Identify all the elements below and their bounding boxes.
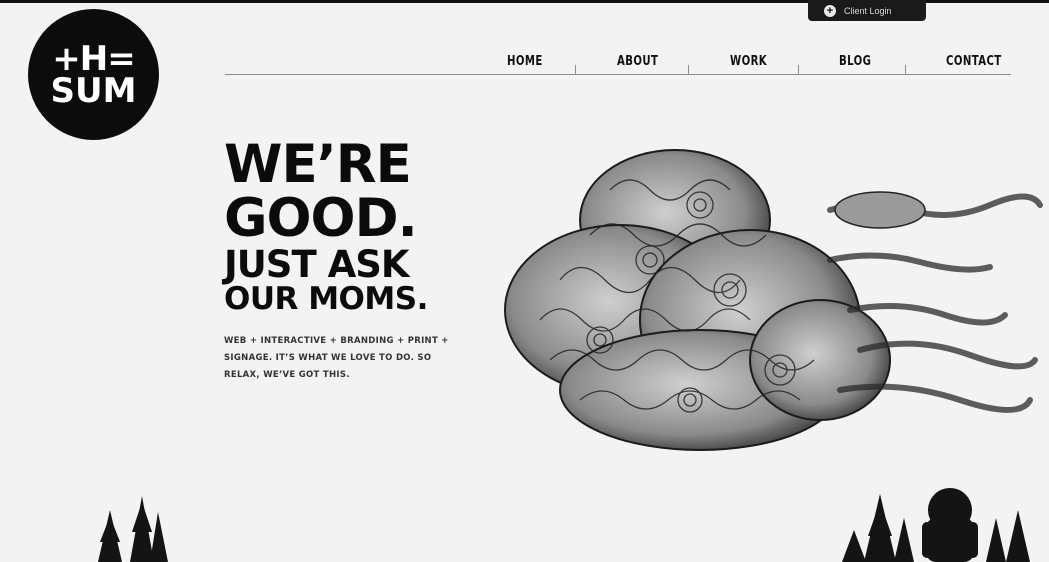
nav-separator xyxy=(798,65,799,74)
plus-circle-icon: + xyxy=(824,4,836,17)
nav-separator xyxy=(575,65,576,74)
client-login-label: Client Login xyxy=(844,5,892,16)
swirling-cloud-illustration xyxy=(504,149,1043,451)
site-logo[interactable]: +H= SUM xyxy=(28,9,159,140)
main-nav: HOME ABOUT WORK BLOG CONTACT xyxy=(225,50,1011,75)
nav-separator xyxy=(905,65,906,74)
pine-trees-left xyxy=(98,496,168,562)
pine-trees-right xyxy=(842,488,1030,562)
logo-line-2: SUM xyxy=(50,70,137,111)
nav-home[interactable]: HOME xyxy=(507,54,543,69)
bigfoot-silhouette xyxy=(922,488,978,562)
headline-line-1: WE’RE xyxy=(224,134,412,195)
client-login-button[interactable]: + Client Login xyxy=(808,0,926,21)
nav-work[interactable]: WORK xyxy=(730,54,767,69)
hero-headline: WE’RE GOOD. JUST ASK OUR MOMS. xyxy=(224,138,428,315)
nav-contact[interactable]: CONTACT xyxy=(946,54,1002,69)
headline-line-3: JUST ASK xyxy=(224,243,410,286)
nav-separator xyxy=(688,65,689,74)
nav-about[interactable]: ABOUT xyxy=(617,54,658,69)
hero-tagline: WEB + INTERACTIVE + BRANDING + PRINT + S… xyxy=(224,336,449,380)
headline-line-2: GOOD. xyxy=(224,188,418,249)
headline-line-4: OUR MOMS. xyxy=(224,281,428,317)
nav-blog[interactable]: BLOG xyxy=(839,54,871,69)
